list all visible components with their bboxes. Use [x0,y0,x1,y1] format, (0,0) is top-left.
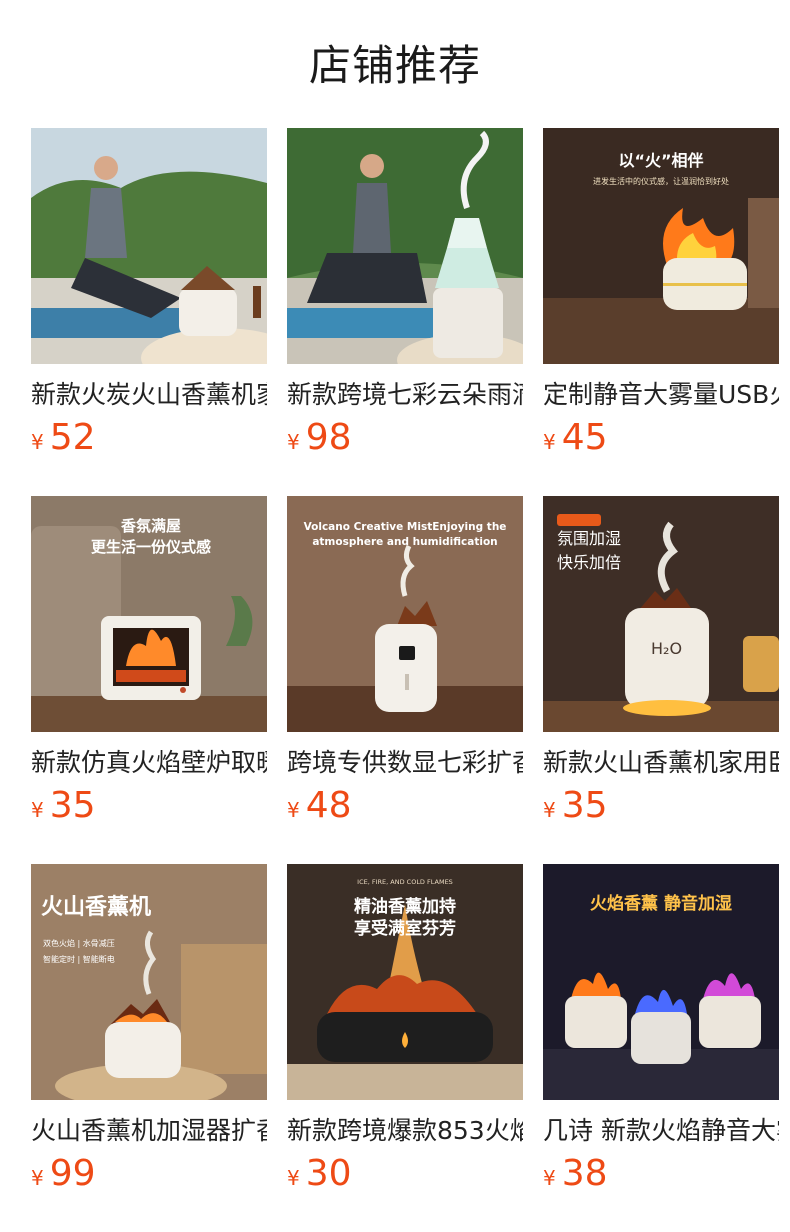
product-image[interactable] [287,128,523,364]
section-title: 店铺推荐 [308,41,481,90]
image-caption: 香氛满屋 [121,517,181,535]
price-value: 99 [49,1153,96,1194]
product-card[interactable]: 新款跨境七彩云朵雨滴加湿器 ¥98 [287,128,523,460]
image-caption: 更生活一份仪式感 [91,538,211,556]
product-card[interactable]: 以“火”相伴 进发生活中的仪式感，让温润恰到好处 定制静音大雾量USB火焰加湿器… [543,128,779,460]
product-image[interactable]: 香氛满屋 更生活一份仪式感 [31,496,267,732]
product-price: ¥30 [287,1152,523,1196]
product-price: ¥99 [31,1152,267,1196]
currency-symbol: ¥ [543,430,556,454]
product-image[interactable]: 以“火”相伴 进发生活中的仪式感，让温润恰到好处 [543,128,779,364]
product-image[interactable] [31,128,267,364]
price-value: 30 [305,1153,352,1194]
image-caption: 氛围加湿 [557,529,621,548]
product-price: ¥48 [287,784,523,828]
currency-symbol: ¥ [287,798,300,822]
product-price: ¥52 [31,416,267,460]
image-caption: Volcano Creative MistEnjoying the [304,521,507,533]
image-caption: 快乐加倍 [557,553,621,572]
product-image[interactable]: H₂O 氛围加湿 快乐加倍 [543,496,779,732]
product-title[interactable]: 新款仿真火焰壁炉取暖器 [31,746,267,780]
price-value: 48 [305,785,352,826]
price-value: 35 [561,785,608,826]
currency-symbol: ¥ [543,798,556,822]
currency-symbol: ¥ [31,798,44,822]
image-caption: ICE, FIRE, AND COLD FLAMES [357,878,453,886]
price-value: 38 [561,1153,608,1194]
product-card[interactable]: ICE, FIRE, AND COLD FLAMES 精油香薰加持 享受满室芬芳… [287,864,523,1196]
product-title[interactable]: 跨境专供数显七彩扩香机 [287,746,523,780]
product-title[interactable]: 新款跨境爆款853火焰加湿器 [287,1114,523,1148]
price-value: 52 [49,417,96,458]
product-card[interactable]: 新款火炭火山香薰机家用 ¥52 [31,128,267,460]
image-caption: atmosphere and humidification [312,536,497,548]
currency-symbol: ¥ [543,1166,556,1190]
product-price: ¥45 [543,416,779,460]
product-price: ¥35 [31,784,267,828]
image-caption: 享受满室芬芳 [354,918,456,939]
price-value: 98 [305,417,352,458]
image-caption: H₂O [651,639,682,658]
image-caption: 火山香薰机 [41,895,151,920]
image-caption: 进发生活中的仪式感，让温润恰到好处 [593,176,729,186]
price-value: 35 [49,785,96,826]
product-card[interactable]: Volcano Creative MistEnjoying the atmosp… [287,496,523,828]
section-header: 店铺推荐 [0,36,790,96]
image-caption: 以“火”相伴 [618,151,703,170]
product-title[interactable]: 新款火炭火山香薰机家用 [31,378,267,412]
product-title[interactable]: 定制静音大雾量USB火焰加湿器 [543,378,779,412]
product-image[interactable]: ICE, FIRE, AND COLD FLAMES 精油香薰加持 享受满室芬芳 [287,864,523,1100]
product-card[interactable]: 火山香薰机 双色火焰 | 水骨减压 智能定时 | 智能断电 火山香薰机加湿器扩香… [31,864,267,1196]
currency-symbol: ¥ [31,1166,44,1190]
image-caption: 火焰香薰 静音加湿 [590,893,732,914]
product-title[interactable]: 几诗 新款火焰静音大雾量 [543,1114,779,1148]
price-value: 45 [561,417,608,458]
image-caption: 双色火焰 | 水骨减压 [43,938,115,948]
product-image[interactable]: 火焰香薰 静音加湿 [543,864,779,1100]
product-card[interactable]: 火焰香薰 静音加湿 几诗 新款火焰静音大雾量 ¥38 [543,864,779,1196]
currency-symbol: ¥ [31,430,44,454]
product-card[interactable]: 香氛满屋 更生活一份仪式感 新款仿真火焰壁炉取暖器 ¥35 [31,496,267,828]
product-title[interactable]: 火山香薰机加湿器扩香机 [31,1114,267,1148]
product-price: ¥35 [543,784,779,828]
product-image[interactable]: Volcano Creative MistEnjoying the atmosp… [287,496,523,732]
product-price: ¥98 [287,416,523,460]
product-price: ¥38 [543,1152,779,1196]
image-caption: 精油香薰加持 [354,896,456,917]
product-title[interactable]: 新款跨境七彩云朵雨滴加湿器 [287,378,523,412]
currency-symbol: ¥ [287,1166,300,1190]
currency-symbol: ¥ [287,430,300,454]
image-caption: 智能定时 | 智能断电 [43,954,115,964]
product-title[interactable]: 新款火山香薰机家用卧室 [543,746,779,780]
product-card[interactable]: H₂O 氛围加湿 快乐加倍 新款火山香薰机家用卧室 ¥35 [543,496,779,828]
product-image[interactable]: 火山香薰机 双色火焰 | 水骨减压 智能定时 | 智能断电 [31,864,267,1100]
